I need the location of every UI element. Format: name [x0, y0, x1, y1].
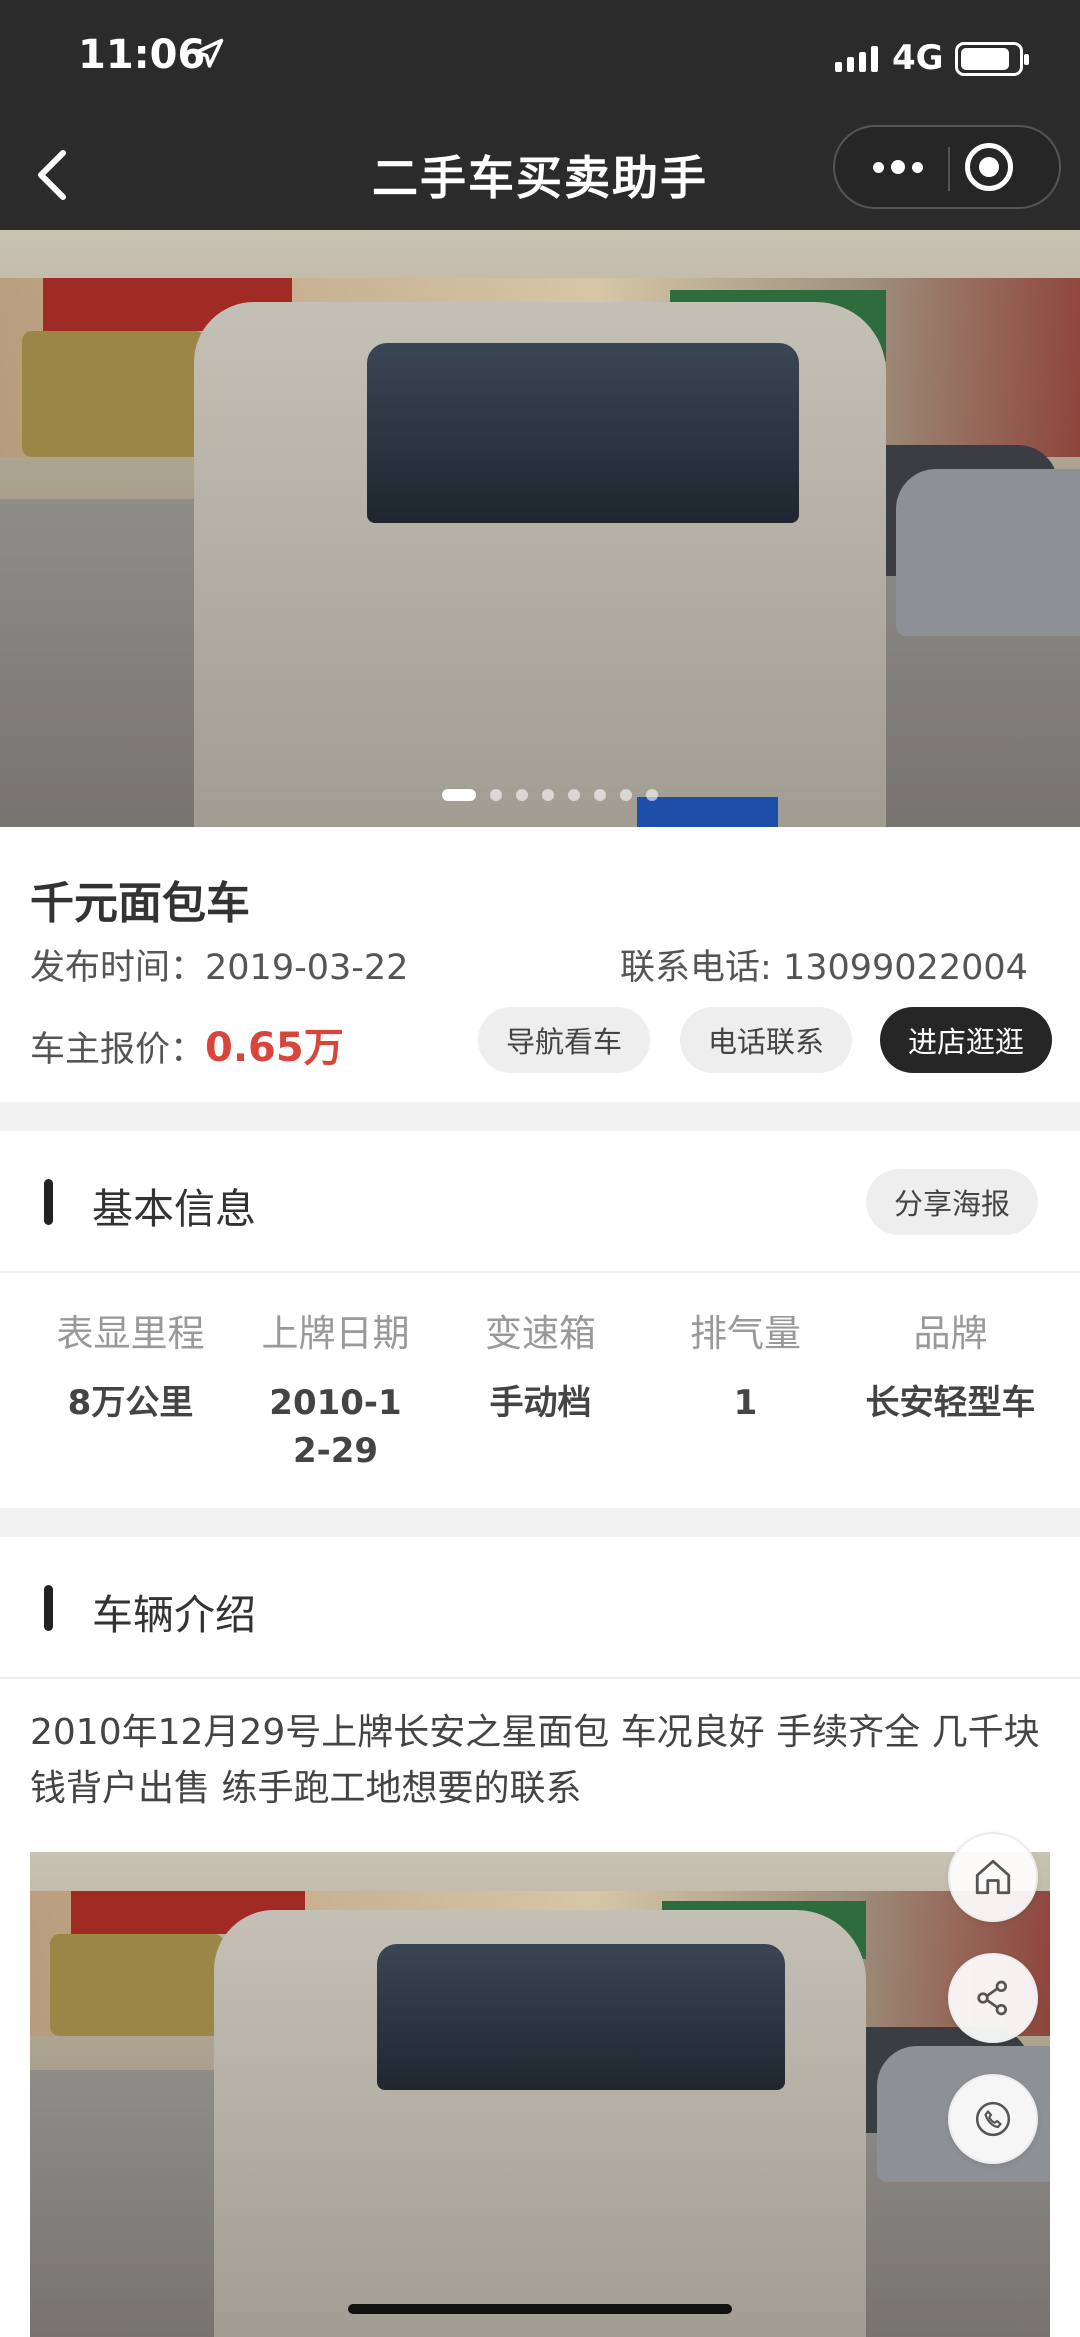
phone-number: 13099022004: [782, 948, 1028, 988]
section-marker: [44, 1179, 53, 1225]
battery-icon: [955, 42, 1029, 76]
capsule-divider: [948, 147, 950, 191]
share-button[interactable]: [948, 1953, 1038, 2043]
publish-label: 发布时间：: [30, 948, 206, 988]
status-bar: 11:06 4G: [0, 0, 1080, 120]
navigate-button[interactable]: 导航看车: [478, 1007, 650, 1073]
publish-time: 发布时间：2019-03-22: [30, 939, 408, 990]
spec-registration-date: 上牌日期 2010-12-29: [233, 1273, 438, 1475]
price-value: 0.65万: [205, 1025, 344, 1071]
home-icon: [975, 1859, 1011, 1895]
carousel-dot: [594, 789, 606, 801]
spec-value: 2010-12-29: [269, 1383, 402, 1471]
car-photo-carousel[interactable]: [0, 230, 1080, 827]
spec-label: 品牌: [913, 1312, 988, 1355]
carousel-dot: [646, 789, 658, 801]
home-button[interactable]: [948, 1832, 1038, 1922]
call-button[interactable]: 电话联系: [680, 1007, 852, 1073]
spec-label: 表显里程: [56, 1312, 205, 1355]
share-poster-button[interactable]: 分享海报: [866, 1169, 1038, 1235]
network-type: 4G: [892, 38, 944, 78]
spec-value: 长安轻型车: [865, 1383, 1036, 1423]
carousel-dot: [490, 789, 502, 801]
phone-button[interactable]: [948, 2074, 1038, 2164]
carousel-dot: [442, 789, 476, 801]
carousel-dot: [542, 789, 554, 801]
spec-value: 手动档: [489, 1383, 592, 1423]
spec-mileage: 表显里程 8万公里: [28, 1273, 233, 1475]
share-icon: [977, 1980, 1007, 2016]
more-button[interactable]: [853, 127, 943, 207]
carousel-indicator: [0, 789, 1080, 801]
spec-label: 上牌日期: [261, 1312, 410, 1355]
location-arrow-icon: [194, 38, 224, 68]
publish-date: 2019-03-22: [205, 948, 409, 988]
phone-icon: [975, 2101, 1011, 2137]
spec-brand: 品牌 长安轻型车: [848, 1273, 1053, 1475]
phone-label: 联系电话:: [620, 948, 772, 988]
basic-info-header: 基本信息 分享海报: [0, 1131, 1080, 1273]
vehicle-description: 2010年12月29号上牌长安之星面包 车况良好 手续齐全 几千块钱背户出售 练…: [30, 1712, 1040, 1809]
spec-value: 1: [733, 1383, 758, 1423]
status-time: 11:06: [78, 32, 206, 78]
spec-label: 变速箱: [485, 1312, 596, 1355]
basic-info-card: 基本信息 分享海报 表显里程 8万公里 上牌日期 2010-12-29 变速箱 …: [0, 1131, 1080, 1508]
carousel-dot: [620, 789, 632, 801]
section-marker: [44, 1585, 53, 1631]
basic-info-title: 基本信息: [92, 1185, 256, 1233]
vehicle-intro-header: 车辆介绍: [0, 1537, 1080, 1679]
carousel-dot: [568, 789, 580, 801]
spec-row: 表显里程 8万公里 上牌日期 2010-12-29 变速箱 手动档 排气量 1 …: [0, 1273, 1080, 1475]
price-label: 车主报价：: [30, 1030, 206, 1070]
close-miniprogram-button[interactable]: [965, 143, 1013, 191]
spec-value: 8万公里: [67, 1383, 194, 1423]
contact-phone: 联系电话: 13099022004: [620, 939, 1028, 990]
home-indicator[interactable]: [348, 2304, 732, 2314]
owner-price: 车主报价：0.65万: [30, 1015, 344, 1073]
car-name: 千元面包车: [30, 878, 250, 929]
vehicle-intro-title: 车辆介绍: [92, 1591, 256, 1639]
spec-label: 排气量: [690, 1312, 801, 1355]
carousel-dot: [516, 789, 528, 801]
miniprogram-capsule: [833, 125, 1061, 209]
nav-bar: 二手车买卖助手: [0, 120, 1080, 230]
signal-icon: [835, 44, 878, 72]
visit-store-button[interactable]: 进店逛逛: [880, 1007, 1052, 1073]
spec-transmission: 变速箱 手动档: [438, 1273, 643, 1475]
intro-photo[interactable]: [30, 1852, 1050, 2337]
listing-card: 千元面包车 发布时间：2019-03-22 联系电话: 13099022004 …: [0, 827, 1080, 1102]
spec-displacement: 排气量 1: [643, 1273, 848, 1475]
